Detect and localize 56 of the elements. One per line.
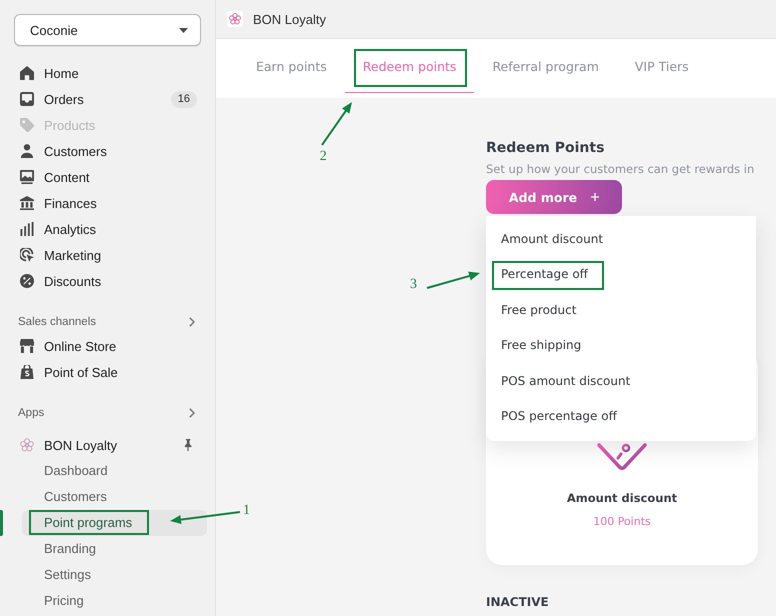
person-icon — [20, 144, 34, 158]
menu-item[interactable]: Free shipping — [486, 328, 756, 363]
tag-icon — [597, 443, 647, 470]
subnav-item[interactable]: Pricing — [22, 588, 207, 614]
home-icon — [20, 66, 34, 80]
subnav-item[interactable]: Customers — [22, 484, 207, 510]
flower-icon — [227, 11, 243, 27]
section-title: Redeem Points — [486, 139, 606, 157]
percent-icon — [20, 274, 34, 288]
menu-item[interactable]: Free product — [486, 292, 756, 328]
menu-item[interactable]: POS amount discount — [486, 363, 756, 398]
subnav-item[interactable]: Settings — [22, 562, 207, 588]
nav-item[interactable]: Content — [12, 164, 207, 190]
nav-item[interactable]: Analytics — [12, 216, 207, 242]
app-nav-item[interactable]: BON Loyalty — [12, 432, 207, 458]
section-heading: Sales channels — [18, 316, 96, 328]
storefront-icon — [20, 339, 34, 353]
annotation-number: 2 — [320, 149, 327, 165]
bank-icon — [20, 196, 34, 210]
menu-item[interactable]: POS percentage off — [486, 398, 756, 434]
count-badge: 16 — [170, 90, 197, 108]
shopping-bag-icon — [20, 365, 34, 379]
nav-item[interactable]: Online Store — [12, 333, 207, 359]
nav-item[interactable]: Marketing — [12, 242, 207, 268]
tag-icon — [20, 118, 34, 132]
app-title: BON Loyalty — [253, 12, 326, 26]
nav-item[interactable]: Finances — [12, 190, 207, 216]
selection-bar — [0, 510, 3, 536]
pin-icon[interactable] — [183, 439, 193, 451]
add-more-button[interactable]: Add more — [486, 180, 622, 214]
plus-icon — [591, 193, 600, 201]
nav-item[interactable]: Customers — [12, 138, 207, 164]
annotation-number: 1 — [243, 503, 250, 519]
subnav-item[interactable]: Branding — [22, 536, 207, 562]
inbox-icon — [20, 92, 34, 106]
chevron-right-icon[interactable] — [189, 317, 195, 327]
menu-item[interactable]: Percentage off — [486, 256, 756, 292]
nav-item[interactable]: Orders 16 — [12, 86, 207, 112]
bar-chart-icon — [20, 222, 34, 236]
reward-points: 100 Points — [593, 514, 651, 530]
reward-title: Amount discount — [566, 490, 678, 506]
chevron-right-icon[interactable] — [189, 408, 195, 418]
nav-item[interactable]: Home — [12, 60, 207, 86]
section-heading: INACTIVE — [486, 594, 550, 610]
section-heading: Apps — [18, 407, 44, 419]
caret-icon — [179, 28, 188, 32]
section-description: Set up how your customers can get rewards in — [486, 161, 756, 177]
nav-item[interactable]: Point of Sale — [12, 359, 207, 385]
store-selector[interactable]: Coconie — [14, 14, 201, 46]
nav-item[interactable]: Discounts — [12, 268, 207, 294]
subnav-item[interactable]: Dashboard — [22, 458, 207, 484]
flower-icon — [20, 438, 34, 452]
annotation-number: 3 — [410, 277, 417, 293]
target-icon — [20, 248, 34, 262]
menu-item[interactable]: Amount discount — [486, 221, 756, 256]
image-icon — [20, 170, 34, 184]
